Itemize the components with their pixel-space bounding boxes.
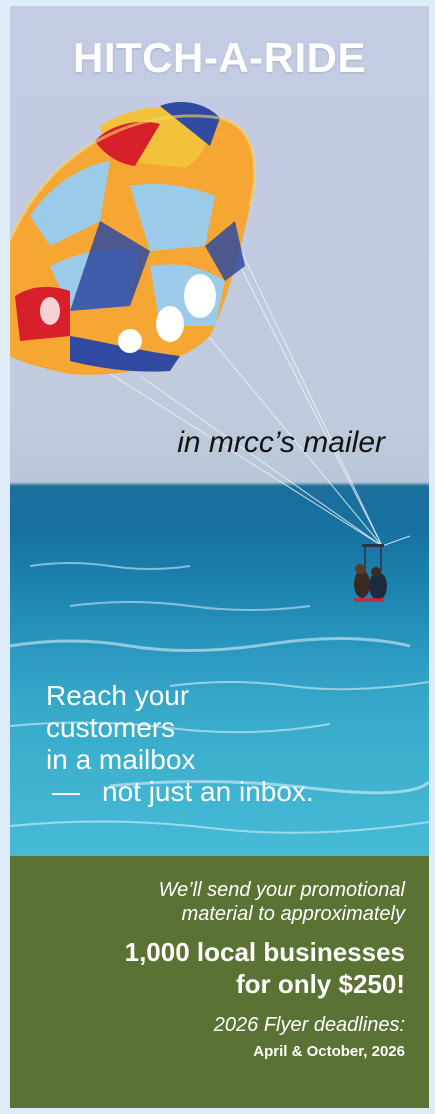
- reach-last-text: not just an inbox.: [102, 776, 314, 807]
- reach-line: Reach your: [46, 680, 190, 711]
- parasail-photo: HITCH-A-RIDE in mrcc’s mailer Reach your…: [10, 6, 429, 856]
- reach-line: customers: [46, 712, 176, 743]
- offer-intro: We’ll send your promotional material to …: [30, 878, 405, 926]
- deadline-label: 2026 Flyer deadlines:: [213, 1014, 405, 1036]
- parasailers: [354, 544, 387, 602]
- reach-line: in a mailbox: [46, 744, 196, 775]
- deadline-dates: April & October, 2026: [253, 1043, 405, 1060]
- headline: HITCH-A-RIDE: [73, 34, 366, 81]
- offer-intro-line: We’ll send your promotional: [158, 879, 405, 901]
- offer-panel: We’ll send your promotional material to …: [10, 856, 429, 1108]
- reach-line-last: — not just an inbox.: [46, 776, 426, 808]
- offer-line: for only $250!: [235, 969, 405, 999]
- reach-message: Reach your customers in a mailbox — not j…: [46, 680, 426, 808]
- offer-intro-line: material to approximately: [181, 903, 405, 925]
- subheadline: in mrcc’s mailer: [177, 426, 385, 459]
- em-dash: —: [52, 776, 80, 807]
- advertisement: HITCH-A-RIDE in mrcc’s mailer Reach your…: [10, 6, 429, 1108]
- offer-highlight: 1,000 local businesses for only $250!: [30, 936, 405, 1000]
- offer-line: 1,000 local businesses: [124, 937, 405, 967]
- parachute: [10, 102, 257, 375]
